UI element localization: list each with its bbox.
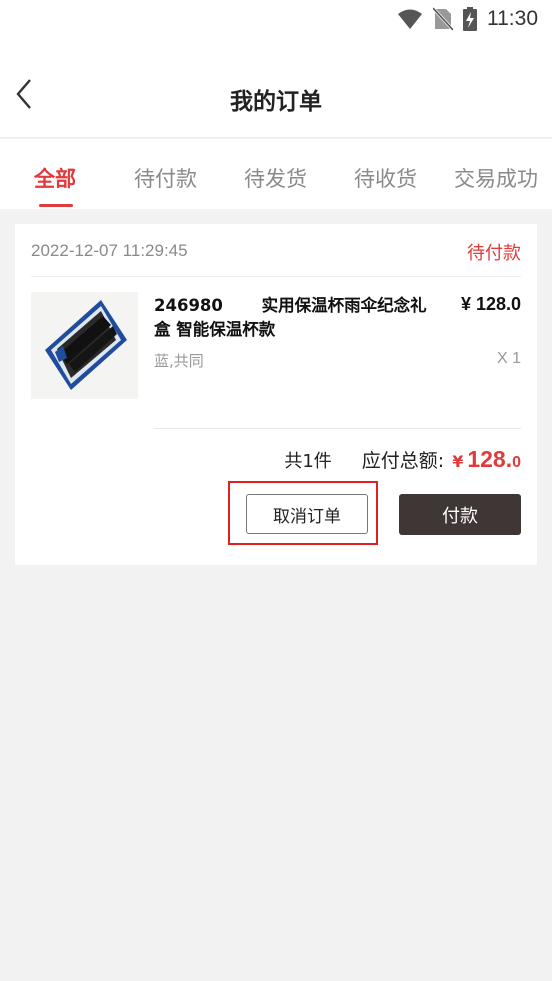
no-sim-icon [433,7,453,31]
product-spec: 蓝,共同 [154,352,204,370]
page-header: 我的订单 [0,38,552,138]
wifi-icon [398,9,422,29]
page-title: 我的订单 [230,89,322,115]
divider [154,428,521,429]
tab-pending-shipment[interactable]: 待发货 [244,163,307,193]
order-datetime: 2022-12-07 11:29:45 [31,241,188,260]
total-amount-decimal: 0 [512,454,521,471]
battery-charging-icon [463,7,477,31]
order-status: 待付款 [467,243,521,264]
order-card[interactable]: 2022-12-07 11:29:45 待付款 246980 实用保温杯雨伞纪念… [15,224,537,565]
product-name-line-1: 246980 实用保温杯雨伞纪念礼 [154,296,427,315]
product-name[interactable]: 246980 实用保温杯雨伞纪念礼 盒 智能保温杯款 [154,294,454,342]
order-summary: 共1件 应付总额: ¥ 128. 0 [284,446,521,473]
tab-completed[interactable]: 交易成功 [454,163,538,193]
status-bar: 11:30 [0,0,552,38]
status-icons: 11:30 [397,6,538,32]
tab-pending-payment[interactable]: 待付款 [134,163,197,193]
product-thumbnail[interactable] [31,292,138,399]
product-price: ¥ 128.0 [460,294,521,314]
product-name-line-2: 盒 智能保温杯款 [154,320,276,339]
product-image [31,292,138,399]
divider [31,276,521,277]
order-tabs: 全部 待付款 待发货 待收货 交易成功 [0,139,552,209]
currency-symbol: ¥ [452,452,464,471]
pay-button[interactable]: 付款 [399,494,521,535]
total-amount-integer: 128. [467,446,513,472]
active-tab-indicator [39,204,73,207]
tab-all[interactable]: 全部 [34,163,76,193]
item-count: 共1件 [284,451,332,472]
product-quantity: X 1 [496,350,521,367]
total-label: 应付总额: [361,450,445,472]
tab-pending-receipt[interactable]: 待收货 [354,163,417,193]
cancel-order-button[interactable]: 取消订单 [246,494,368,534]
clock: 11:30 [487,7,538,30]
